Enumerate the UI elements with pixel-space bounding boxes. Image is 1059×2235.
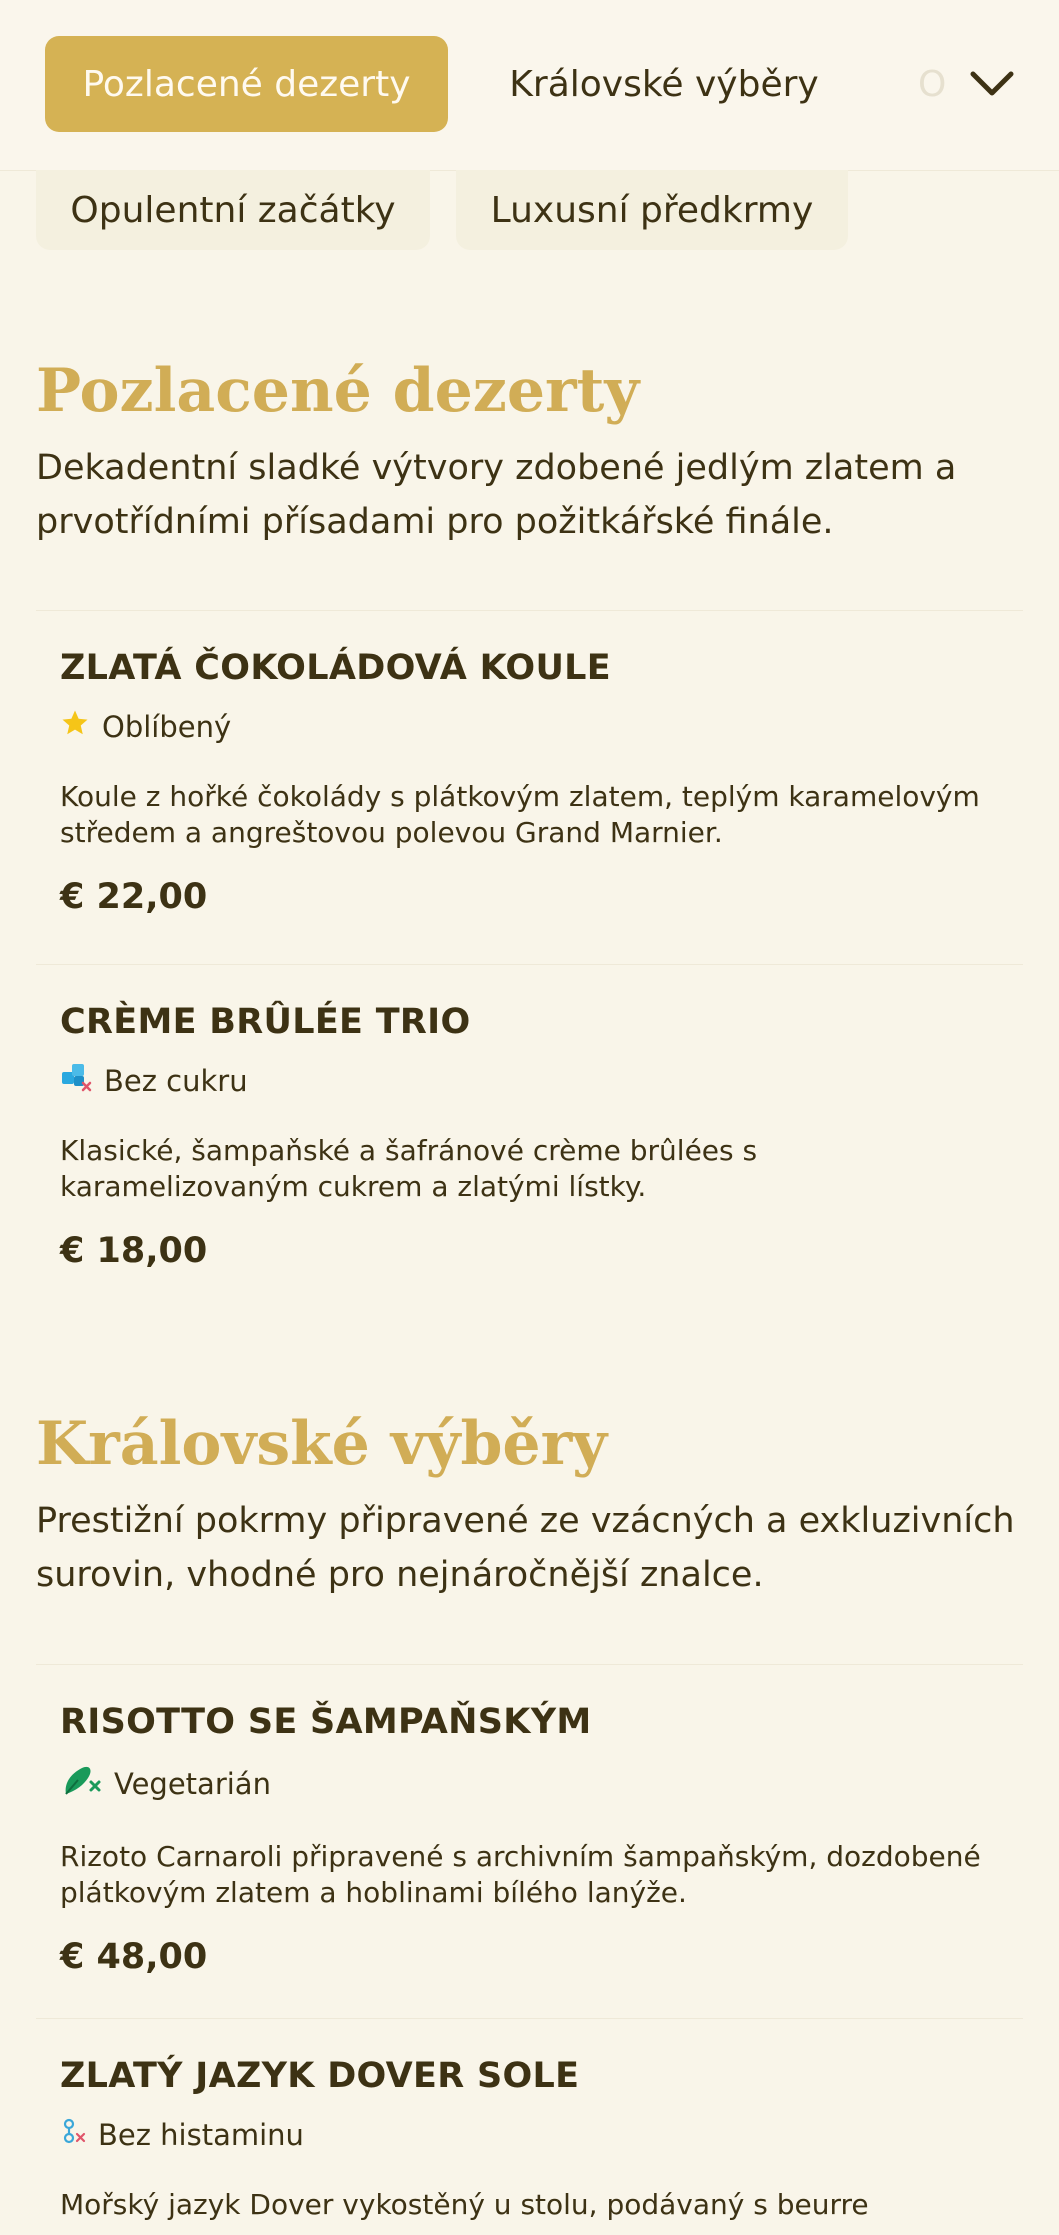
section-kralovske-vybery: Královské výběry Prestižní pokrmy připra… [36, 1408, 1023, 1602]
menu-item[interactable]: CRÈME BRÛLÉE TRIO Bez cukru Klasické, ša… [60, 1002, 1000, 1271]
item-tag-label: Bez cukru [104, 1063, 248, 1098]
item-name: RISOTTO SE ŠAMPAŇSKÝM [60, 1702, 592, 1742]
divider [36, 610, 1023, 611]
tab-pozlacene-dezerty[interactable]: Pozlacené dezerty [45, 36, 448, 132]
section-pozlacene-dezerty: Pozlacené dezerty Dekadentní sladké výtv… [36, 355, 1023, 549]
item-tag: Vegetarián [60, 1762, 1000, 1805]
tab-kralovske-vybery[interactable]: Královské výběry [470, 36, 858, 132]
section-title: Královské výběry [36, 1409, 608, 1479]
item-name: ZLATÝ JAZYK DOVER SOLE [60, 2056, 580, 2096]
item-price: € 48,00 [60, 1937, 208, 1977]
tab-opulentni-zacatky[interactable]: Opulentní začátky [36, 170, 430, 250]
item-price: € 22,00 [60, 877, 208, 917]
chevron-down-icon[interactable] [960, 52, 1024, 116]
divider [36, 964, 1023, 965]
histamine-free-icon [60, 2116, 86, 2153]
item-description: Koule z hořké čokolády s plátkovým zlate… [60, 780, 980, 849]
item-name: CRÈME BRÛLÉE TRIO [60, 1002, 471, 1042]
section-description: Dekadentní sladké výtvory zdobené jedlým… [36, 448, 957, 542]
menu-item[interactable]: ZLATÁ ČOKOLÁDOVÁ KOULE Oblíbený Koule z … [60, 648, 1000, 917]
divider [36, 2018, 1023, 2019]
item-price: € 18,00 [60, 1231, 208, 1271]
tab-luxusni-predkrmy[interactable]: Luxusní předkrmy [456, 170, 848, 250]
section-description: Prestižní pokrmy připravené ze vzácných … [36, 1501, 1015, 1595]
item-description: Klasické, šampaňské a šafránové crème br… [60, 1134, 758, 1203]
item-name: ZLATÁ ČOKOLÁDOVÁ KOULE [60, 648, 611, 688]
divider [36, 1664, 1023, 1665]
item-description: Mořský jazyk Dover vykostěný u stolu, po… [60, 2188, 869, 2221]
item-tag-label: Oblíbený [102, 709, 232, 744]
item-tag: Bez histaminu [60, 2116, 1000, 2153]
item-tag: Oblíbený [60, 708, 1000, 745]
menu-item[interactable]: ZLATÝ JAZYK DOVER SOLE Bez histaminu Moř… [60, 2056, 1000, 2223]
item-tag: Bez cukru [60, 1062, 1000, 1099]
sugar-free-icon [60, 1062, 92, 1099]
item-tag-label: Bez histaminu [98, 2117, 304, 2152]
vegetarian-icon [60, 1762, 102, 1805]
star-icon [60, 708, 90, 745]
section-title: Pozlacené dezerty [36, 356, 640, 426]
item-tag-label: Vegetarián [114, 1766, 271, 1801]
item-description: Rizoto Carnaroli připravené s archivním … [60, 1840, 981, 1909]
menu-item[interactable]: RISOTTO SE ŠAMPAŇSKÝM Vegetarián Rizoto … [60, 1702, 1000, 1977]
category-nav-bar: Pozlacené dezerty Královské výběry O [0, 0, 1059, 171]
